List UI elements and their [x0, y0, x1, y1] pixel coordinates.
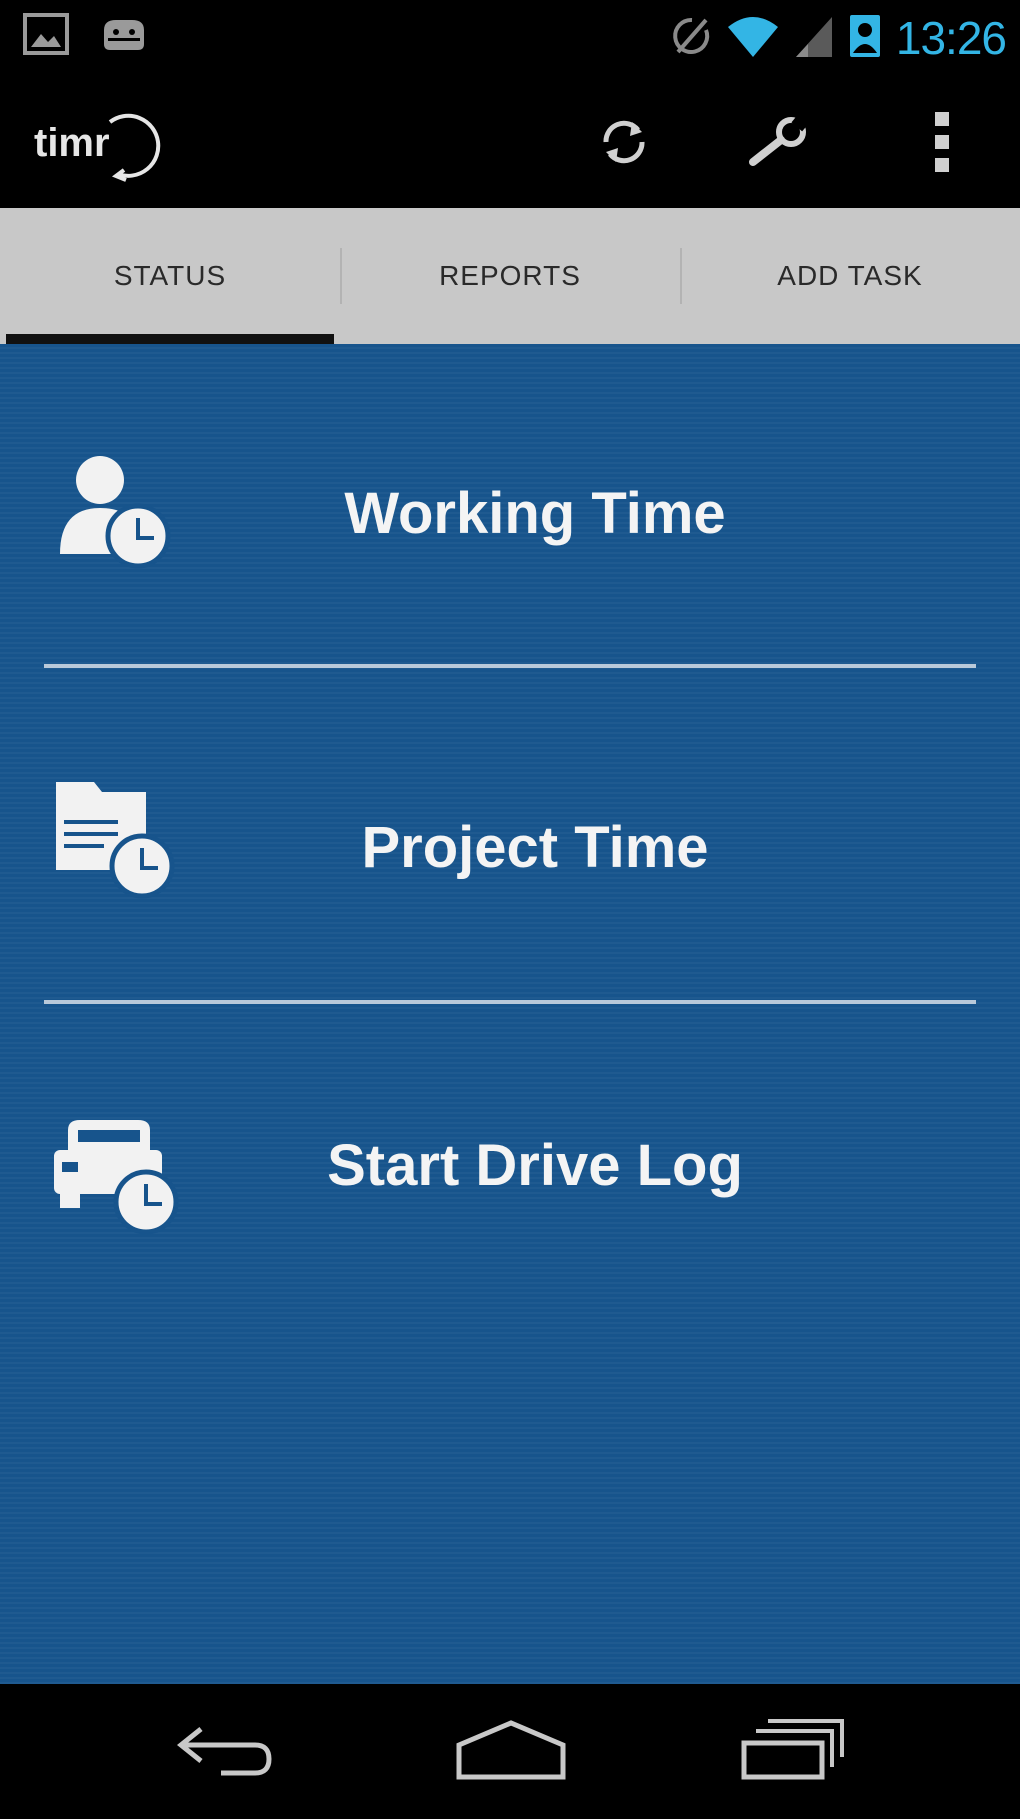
tab-label: REPORTS	[439, 260, 581, 291]
sync-disabled-icon	[672, 14, 712, 63]
image-icon	[22, 12, 70, 61]
item-label: Start Drive Log	[327, 1133, 743, 1198]
tab-add-task[interactable]: ADD TASK	[680, 208, 1020, 344]
divider	[44, 1000, 976, 1004]
signal-icon	[794, 13, 834, 64]
tab-bar: STATUS REPORTS ADD TASK	[0, 208, 1020, 344]
recent-apps-button[interactable]	[718, 1706, 868, 1796]
back-button[interactable]	[150, 1706, 300, 1796]
folder-clock-icon	[50, 770, 180, 900]
home-button[interactable]	[436, 1706, 586, 1796]
recent-apps-icon	[738, 1717, 848, 1786]
android-debug-icon	[98, 14, 150, 59]
tab-status[interactable]: STATUS	[0, 208, 340, 344]
person-clock-icon	[50, 442, 180, 572]
app-screen: 13:26 timr STATUS REPORTS ADD TASK Worki…	[0, 0, 1020, 1819]
refresh-button[interactable]	[582, 102, 666, 186]
item-label: Project Time	[361, 815, 709, 880]
start-drive-log-button[interactable]: Start Drive Log	[0, 1064, 1020, 1264]
tab-reports[interactable]: REPORTS	[340, 208, 680, 344]
tab-label: STATUS	[113, 260, 227, 291]
overflow-menu-icon	[932, 110, 952, 179]
back-icon	[173, 1719, 277, 1784]
clock: 13:26	[895, 12, 1007, 64]
project-time-button[interactable]: Project Time	[0, 754, 1020, 954]
system-icons: 13:26	[672, 8, 1007, 68]
settings-button[interactable]	[736, 102, 820, 186]
navigation-bar	[0, 1684, 1020, 1819]
car-clock-icon	[50, 1110, 180, 1240]
app-logo: timr	[32, 100, 162, 184]
contact-icon	[848, 13, 882, 64]
status-panel: Working Time Project Time Start Drive Lo…	[0, 344, 1020, 1684]
refresh-icon	[594, 112, 654, 177]
notification-icons	[22, 12, 150, 61]
action-bar: timr	[0, 76, 1020, 208]
wifi-icon	[726, 13, 780, 64]
overflow-menu-button[interactable]	[900, 102, 984, 186]
item-label: Working Time	[344, 481, 726, 546]
home-icon	[453, 1717, 569, 1786]
tab-label: ADD TASK	[777, 260, 923, 291]
status-bar: 13:26	[0, 0, 1020, 76]
wrench-icon	[745, 112, 811, 177]
divider	[44, 664, 976, 668]
working-time-button[interactable]: Working Time	[0, 414, 1020, 614]
svg-text:timr: timr	[34, 121, 110, 165]
